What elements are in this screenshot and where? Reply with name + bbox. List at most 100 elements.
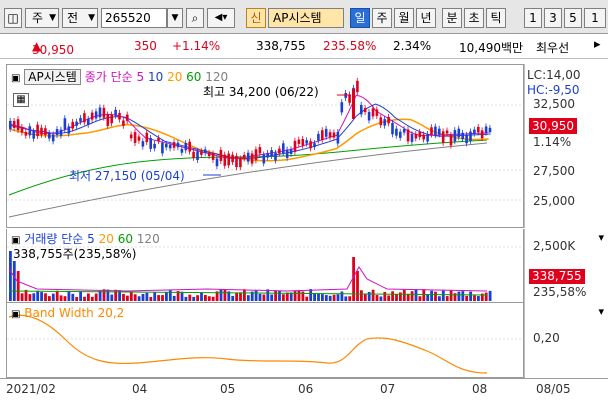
volume-bar	[309, 289, 313, 301]
candle-body	[418, 131, 422, 138]
candle-body	[289, 149, 293, 155]
candle	[71, 118, 74, 132]
volume-bar	[110, 294, 114, 301]
tab-day[interactable]: 일	[350, 8, 370, 28]
x-tick-08: 08	[472, 382, 488, 396]
volume-bar	[414, 289, 418, 301]
candle	[441, 128, 445, 147]
bandwidth-chart-panel[interactable]: ▣ Band Width 20,2	[6, 303, 524, 378]
collapse-icon[interactable]: ▾	[598, 305, 604, 318]
candle	[94, 108, 98, 122]
tab-month[interactable]: 월	[394, 8, 414, 28]
tab-year[interactable]: 년	[416, 8, 436, 28]
stock-name-field[interactable]: AP시스템	[268, 8, 344, 28]
candle	[227, 150, 230, 169]
candle-body	[94, 111, 98, 119]
code-dropdown-button[interactable]: ▼	[167, 8, 183, 28]
period-select[interactable]: 주 ▼	[25, 8, 59, 28]
candle-body	[59, 129, 63, 136]
candle-body	[176, 142, 180, 148]
candle	[246, 149, 250, 165]
candle-body	[227, 153, 230, 166]
candle-body	[410, 133, 414, 142]
search-icon[interactable]: ⌕	[186, 8, 204, 28]
current-price: 30,950 ▲	[32, 39, 74, 57]
candle-body	[309, 141, 312, 149]
candle	[75, 118, 78, 129]
best-price-label[interactable]: 최우선	[536, 39, 569, 56]
lc-label: LC:14,00	[527, 68, 581, 82]
volume-bar	[165, 291, 168, 301]
interval-3[interactable]: 3	[544, 8, 562, 28]
candle-body	[102, 107, 106, 118]
volume-bar	[445, 296, 449, 301]
x-tick-07: 07	[380, 382, 396, 396]
volume-bar	[67, 290, 71, 301]
candle-body	[363, 107, 367, 113]
volume-bar	[63, 296, 67, 301]
volume-bar	[488, 290, 492, 301]
candle-body	[469, 131, 472, 141]
price-chart-panel[interactable]: ▣ AP시스템 종가 단순 5 10 20 60 120 ▦ 최고 34,200…	[6, 64, 524, 228]
prev-button[interactable]: 전 ▼	[62, 8, 98, 28]
new-badge[interactable]: 신	[246, 8, 266, 28]
interval-5[interactable]: 5	[564, 8, 582, 28]
candle-body	[441, 131, 445, 144]
candle-body	[106, 114, 110, 126]
volume-bar	[83, 296, 86, 301]
candle-body	[126, 114, 129, 121]
volume-bar	[422, 289, 426, 301]
current-date-label: 08/05	[536, 382, 571, 396]
candle	[387, 113, 390, 127]
candle-body	[184, 142, 188, 151]
candle-body	[239, 158, 242, 168]
candle-body	[270, 150, 273, 156]
panel-toggle-icon[interactable]: ▣	[11, 73, 20, 84]
volume-bar	[75, 296, 79, 301]
candle-body	[387, 116, 390, 124]
tab-second[interactable]: 초	[464, 8, 484, 28]
candle-body	[235, 155, 238, 168]
window-icon[interactable]: ◫	[4, 8, 22, 28]
candle	[399, 128, 402, 141]
volume-bar	[161, 295, 164, 301]
volume-bar	[16, 271, 20, 301]
candle	[153, 140, 156, 152]
candle-body	[168, 144, 172, 149]
candle-body	[200, 151, 203, 155]
candle-body	[282, 143, 285, 153]
interval-1[interactable]: 1	[524, 8, 542, 28]
tab-tick[interactable]: 틱	[486, 8, 506, 28]
candle-body	[231, 154, 234, 163]
code-input[interactable]: 265520	[101, 8, 167, 28]
trade-amount: 10,490백만	[459, 41, 524, 55]
candle	[149, 135, 152, 152]
volume-bar	[184, 296, 188, 301]
last-price-pct: 1.14%	[533, 135, 572, 149]
volume-y-axis: 2,500K 338,755 235,58% ▾	[524, 229, 608, 303]
last-price-tag: 30,950	[529, 118, 577, 134]
collapse-icon[interactable]: ▾	[598, 231, 604, 244]
volume-chart-panel[interactable]: ▣ 거래량 단순 5 20 60 120 338,755주(235,58%)	[6, 229, 524, 303]
speaker-icon[interactable]: ◀▾	[207, 8, 235, 28]
panel-toggle-icon[interactable]: ▣	[11, 309, 20, 320]
volume-bar	[321, 294, 324, 301]
grid-icon[interactable]: ▦	[13, 93, 29, 107]
volume-bar	[239, 292, 242, 301]
bandwidth-label: Band Width 20,2	[24, 306, 125, 320]
volume-bar	[98, 290, 102, 301]
stock-name-tag[interactable]: AP시스템	[24, 69, 81, 85]
interval-10[interactable]: 1	[584, 8, 606, 28]
volume-bar	[254, 290, 258, 301]
expand-icon[interactable]: ▸	[594, 37, 601, 52]
quote-bar: 30,950 ▲ 350 +1.14% 338,755 235.58% 2.34…	[0, 35, 608, 59]
volume-bar	[344, 296, 348, 301]
volume-bar	[434, 291, 437, 301]
tab-week[interactable]: 주	[372, 8, 392, 28]
hc-label: HC:-9,50	[527, 83, 580, 97]
candle	[461, 129, 464, 143]
high-candle	[352, 89, 355, 119]
last-volume-tag: 338,755	[529, 269, 585, 284]
toolbar: ◫ 주 ▼ 전 ▼ 265520 ▼ ⌕ ◀▾ 신 AP시스템 일 주 월 년 분 …	[0, 0, 608, 34]
tab-minute[interactable]: 분	[442, 8, 462, 28]
